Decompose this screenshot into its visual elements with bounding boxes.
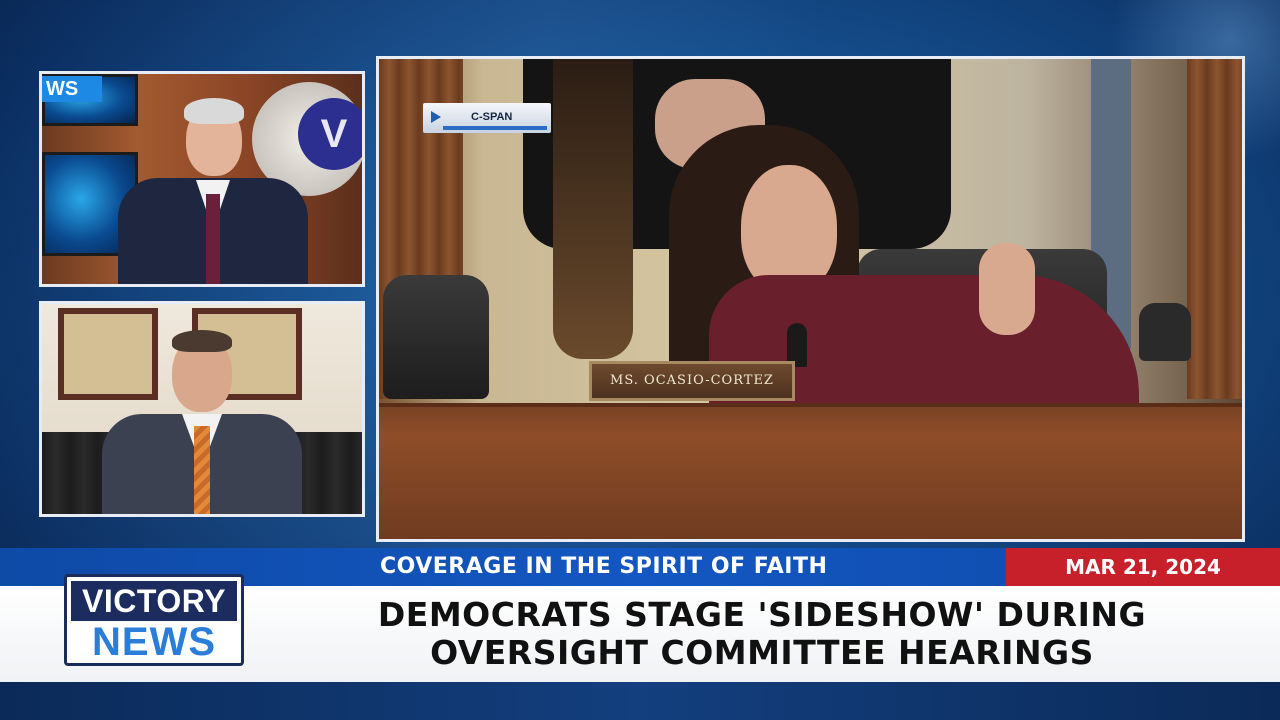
host-anchor [118,98,308,284]
bottom-band [0,682,1280,720]
date-badge: MAR 21, 2024 [1006,548,1280,586]
speaker-raised-hand [979,243,1035,335]
victory-news-logo: VICTORY NEWS [64,574,244,666]
cspan-bar [443,126,547,130]
main-hearing-video: MS. OCASIO-CORTEZ C-SPAN [376,56,1245,542]
strapline-text: COVERAGE IN THE SPIRIT OF FAITH [380,554,828,579]
headline: DEMOCRATS STAGE 'SIDESHOW' DURING OVERSI… [262,596,1262,672]
logo-word-news: NEWS [92,620,216,664]
guest-tie [194,426,210,514]
empty-chair-left [383,275,489,399]
headline-line-1: DEMOCRATS STAGE 'SIDESHOW' DURING [377,595,1147,634]
cspan-label: C-SPAN [471,111,513,123]
studio-screen-tag: WS [42,76,102,102]
committee-desk [379,403,1242,539]
guest-hair [172,330,232,352]
play-icon [431,111,441,123]
host-hair [184,98,244,124]
logo-word-victory: VICTORY [71,581,237,621]
curtain-right [1187,59,1242,399]
guest-speaker [102,322,302,514]
speaker-nameplate: MS. OCASIO-CORTEZ [589,361,795,401]
guest-video-panel [39,301,365,517]
host-tie [206,194,220,284]
speaker-face [741,165,837,293]
v-logo-letter: V [298,98,362,170]
staffer-hair [553,59,633,359]
host-video-panel: WS V [39,71,365,287]
water-bottle [1139,303,1191,361]
cspan-badge: C-SPAN [423,103,551,133]
headline-line-2: OVERSIGHT COMMITTEE HEARINGS [430,633,1094,672]
